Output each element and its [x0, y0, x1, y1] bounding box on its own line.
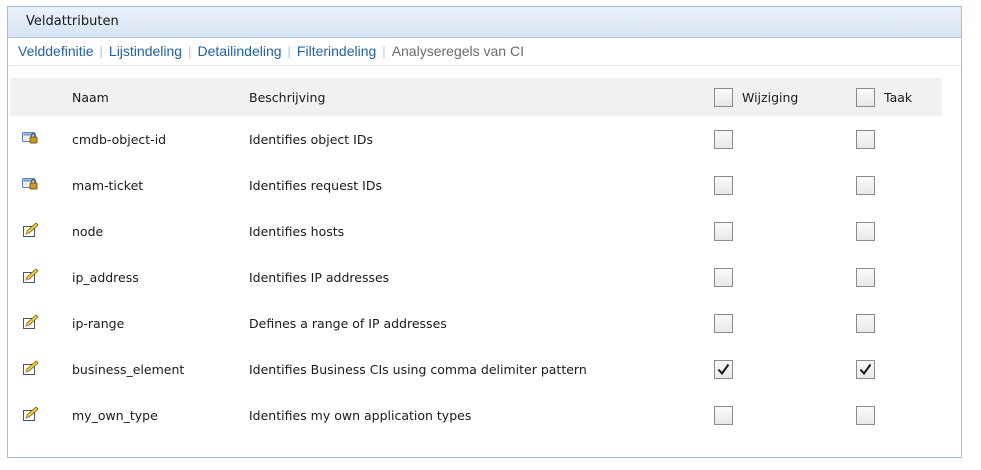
row-description: Identifies IP addresses	[249, 269, 390, 285]
row-name: cmdb-object-id	[72, 131, 167, 147]
header-icon-cell	[10, 78, 72, 116]
row-description: Identifies my own application types	[249, 407, 472, 423]
task-checkbox[interactable]	[856, 405, 875, 425]
pencil-edit-icon	[22, 405, 40, 425]
task-checkbox[interactable]	[856, 221, 875, 241]
pencil-edit-icon	[22, 221, 40, 241]
header-name[interactable]: Naam	[72, 78, 249, 116]
table-row[interactable]: my_own_type Identifies my own application…	[10, 392, 942, 438]
header-task: Taak	[856, 78, 942, 116]
header-change-label: Wijziging	[742, 89, 799, 105]
tab-separator: |	[99, 44, 103, 59]
table-row[interactable]: mam-ticket Identifies request IDs	[10, 162, 942, 208]
table-row[interactable]: node Identifies hosts	[10, 208, 942, 254]
row-name: ip-range	[72, 315, 125, 331]
tab-bar: Velddefinitie | Lijstindeling | Detailindeli…	[8, 38, 961, 66]
pencil-edit-icon	[22, 359, 40, 379]
table-row[interactable]: ip_address Identifies IP addresses	[10, 254, 942, 300]
tab-separator: |	[287, 44, 291, 59]
locked-field-icon	[22, 131, 38, 148]
row-name: ip_address	[72, 269, 139, 285]
tab-lijstindeling[interactable]: Lijstindeling	[109, 43, 182, 59]
locked-field-icon	[22, 177, 38, 194]
task-checkbox[interactable]	[856, 359, 875, 379]
change-checkbox[interactable]	[714, 267, 733, 287]
table-row[interactable]: business_element Identifies Business CIs …	[10, 346, 942, 392]
row-description: Defines a range of IP addresses	[249, 315, 447, 331]
change-checkbox[interactable]	[714, 359, 733, 379]
row-description: Identifies Business CIs using comma deli…	[249, 361, 587, 377]
change-checkbox[interactable]	[714, 313, 733, 333]
tab-separator: |	[382, 44, 386, 59]
row-name: business_element	[72, 361, 185, 377]
panel-title: Veldattributen	[8, 7, 961, 38]
change-checkbox[interactable]	[714, 175, 733, 195]
row-name: node	[72, 223, 104, 239]
row-description: Identifies request IDs	[249, 177, 382, 193]
task-checkbox[interactable]	[856, 313, 875, 333]
pencil-edit-icon	[22, 313, 40, 333]
select-all-change-checkbox[interactable]	[714, 87, 733, 107]
tab-analyseregels: Analyseregels van CI	[391, 43, 524, 59]
row-name: my_own_type	[72, 407, 158, 423]
table-row[interactable]: cmdb-object-id Identifies object IDs	[10, 116, 942, 162]
row-name: mam-ticket	[72, 177, 144, 193]
header-description[interactable]: Beschrijving	[249, 78, 714, 116]
change-checkbox[interactable]	[714, 129, 733, 149]
task-checkbox[interactable]	[856, 175, 875, 195]
table-row[interactable]: ip-range Defines a range of IP addresses	[10, 300, 942, 346]
table-header-row: Naam Beschrijving Wijziging Taak	[10, 78, 942, 116]
change-checkbox[interactable]	[714, 221, 733, 241]
checkmark-icon	[717, 363, 730, 375]
checkmark-icon	[859, 363, 872, 375]
pencil-edit-icon	[22, 267, 40, 287]
header-task-label: Taak	[884, 89, 913, 105]
task-checkbox[interactable]	[856, 129, 875, 149]
select-all-task-checkbox[interactable]	[856, 87, 875, 107]
tab-detailindeling[interactable]: Detailindeling	[197, 43, 281, 59]
header-change: Wijziging	[714, 78, 856, 116]
attributes-table: Naam Beschrijving Wijziging Taak cmdb-ob…	[10, 78, 942, 438]
task-checkbox[interactable]	[856, 267, 875, 287]
change-checkbox[interactable]	[714, 405, 733, 425]
tab-velddefinitie[interactable]: Velddefinitie	[18, 43, 94, 59]
tab-filterindeling[interactable]: Filterindeling	[297, 43, 376, 59]
row-description: Identifies hosts	[249, 223, 345, 239]
tab-separator: |	[188, 44, 192, 59]
row-description: Identifies object IDs	[249, 131, 373, 147]
